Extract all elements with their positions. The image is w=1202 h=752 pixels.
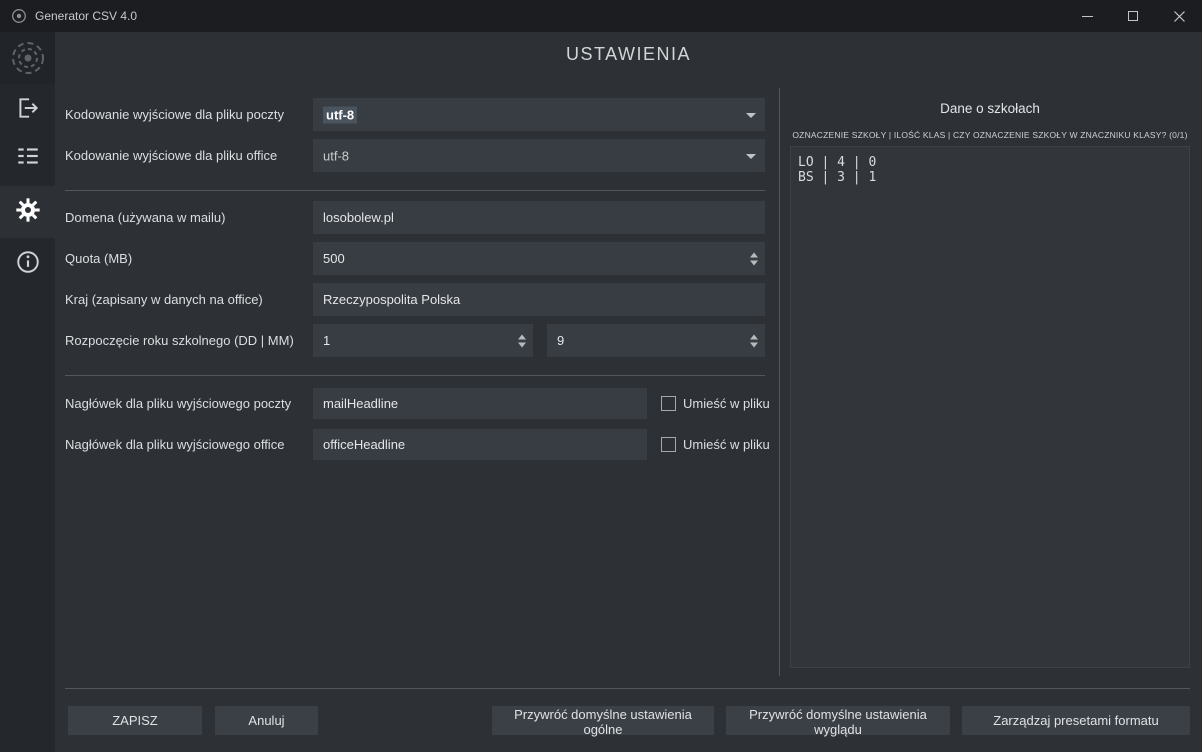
office-headline-checkbox[interactable]: [661, 437, 676, 452]
encoding-mail-dropdown[interactable]: utf-8: [313, 98, 765, 131]
encoding-mail-label: Kodowanie wyjściowe dla pliku poczty: [65, 98, 284, 131]
office-headline-input[interactable]: [313, 429, 647, 460]
maximize-button[interactable]: [1110, 0, 1156, 32]
spin-down-icon[interactable]: [518, 342, 526, 347]
quota-label: Quota (MB): [65, 242, 132, 275]
sidebar-item-info[interactable]: [0, 240, 55, 288]
info-icon: [15, 249, 41, 280]
titlebar: Generator CSV 4.0: [0, 0, 1202, 32]
mail-headline-check-row: Umieść w pliku: [661, 388, 770, 419]
mail-headline-label: Nagłówek dla pliku wyjściowego poczty: [65, 388, 291, 419]
mail-headline-checkbox-label: Umieść w pliku: [683, 396, 770, 411]
country-label: Kraj (zapisany w danych na office): [65, 283, 263, 316]
country-input[interactable]: [313, 283, 765, 316]
restore-appearance-defaults-button[interactable]: Przywróć domyślne ustawienia wyglądu: [726, 706, 950, 735]
section-divider: [65, 190, 765, 191]
office-headline-label: Nagłówek dla pliku wyjściowego office: [65, 429, 284, 460]
school-year-day-field: [313, 324, 533, 357]
spin-up-icon[interactable]: [750, 334, 758, 339]
school-year-day-input[interactable]: [313, 324, 533, 357]
vertical-divider: [779, 88, 780, 676]
domain-input[interactable]: [313, 201, 765, 234]
window-title: Generator CSV 4.0: [35, 9, 137, 23]
sidebar-item-export[interactable]: [0, 86, 55, 134]
encoding-office-value: utf-8: [323, 148, 349, 163]
office-headline-checkbox-label: Umieść w pliku: [683, 437, 770, 452]
app-window: Generator CSV 4.0: [0, 0, 1202, 752]
footer-divider: [65, 688, 1190, 689]
gear-icon: [14, 196, 42, 229]
cancel-button[interactable]: Anuluj: [215, 706, 318, 735]
schools-panel-title: Dane o szkołach: [790, 101, 1190, 116]
window-controls: [1064, 0, 1202, 32]
day-spinners: [518, 334, 526, 347]
app-logo-icon: [11, 8, 27, 24]
sidebar-item-settings[interactable]: [0, 186, 55, 238]
quota-input[interactable]: [313, 242, 765, 275]
table-rows-icon: [15, 143, 41, 174]
chevron-down-icon: [746, 113, 756, 118]
sidebar: [0, 32, 55, 752]
spin-down-icon[interactable]: [750, 342, 758, 347]
quota-spinners: [750, 252, 758, 265]
spin-up-icon[interactable]: [518, 334, 526, 339]
manage-format-presets-button[interactable]: Zarządzaj presetami formatu: [962, 706, 1190, 735]
school-year-label: Rozpoczęcie roku szkolnego (DD | MM): [65, 324, 294, 357]
page-title: USTAWIENIA: [55, 44, 1202, 65]
sidebar-item-format[interactable]: [0, 134, 55, 182]
quota-field: [313, 242, 765, 275]
restore-general-defaults-button[interactable]: Przywróć domyślne ustawienia ogólne: [492, 706, 714, 735]
minimize-button[interactable]: [1064, 0, 1110, 32]
encoding-office-label: Kodowanie wyjściowe dla pliku office: [65, 139, 277, 172]
export-icon: [15, 95, 41, 126]
chevron-down-icon: [746, 154, 756, 159]
domain-label: Domena (używana w mailu): [65, 201, 225, 234]
mail-headline-checkbox[interactable]: [661, 396, 676, 411]
mail-headline-input[interactable]: [313, 388, 647, 419]
office-headline-check-row: Umieść w pliku: [661, 429, 770, 460]
school-year-month-input[interactable]: [547, 324, 765, 357]
section-divider: [65, 375, 765, 376]
encoding-mail-value: utf-8: [323, 106, 357, 123]
spin-up-icon[interactable]: [750, 252, 758, 257]
close-button[interactable]: [1156, 0, 1202, 32]
save-button[interactable]: ZAPISZ: [68, 706, 202, 735]
spin-down-icon[interactable]: [750, 260, 758, 265]
month-spinners: [750, 334, 758, 347]
schools-data-textarea[interactable]: LO | 4 | 0 BS | 3 | 1: [790, 146, 1190, 668]
encoding-office-dropdown[interactable]: utf-8: [313, 139, 765, 172]
sidebar-logo-icon: [0, 32, 55, 84]
schools-panel-subtitle: OZNACZENIE SZKOŁY | ILOŚĆ KLAS | CZY OZN…: [790, 130, 1190, 140]
school-year-month-field: [547, 324, 765, 357]
